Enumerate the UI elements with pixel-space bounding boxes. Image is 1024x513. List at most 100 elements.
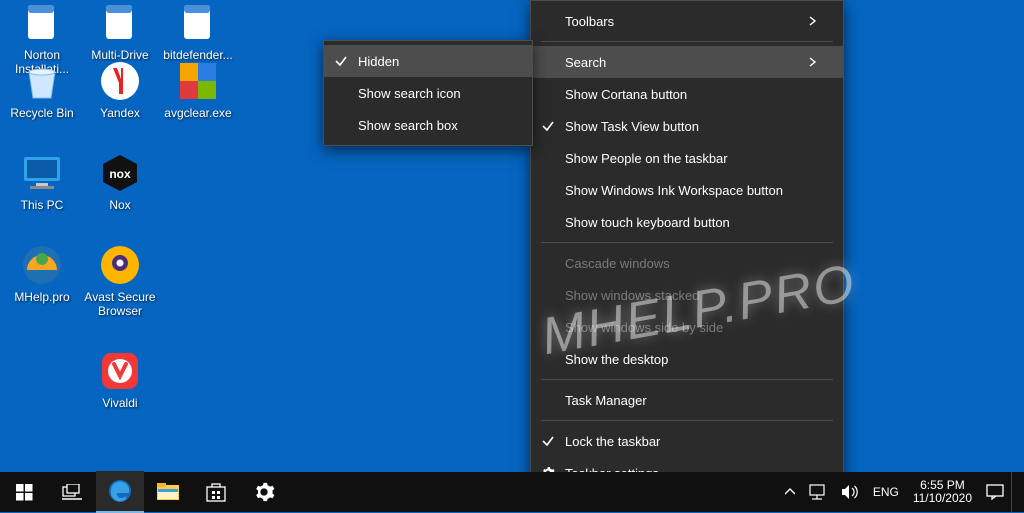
menu-item-label: Show People on the taskbar (565, 151, 829, 166)
search-submenu: Hidden Show search icon Show search box (323, 40, 533, 146)
notification-icon (986, 484, 1004, 500)
tray-date: 11/10/2020 (913, 492, 972, 505)
multidrive-icon (97, 0, 143, 46)
desktop-icon-label: Avast Secure Browser (82, 290, 158, 318)
tray-volume-button[interactable] (834, 472, 866, 512)
desktop-icon-label: Vivaldi (82, 396, 158, 410)
menu-separator (541, 242, 833, 243)
microsoft-store-icon (205, 481, 227, 503)
menu-item-label: Show windows side by side (565, 320, 829, 335)
menu-item[interactable]: Hidden (324, 45, 532, 77)
menu-item-label: Show the desktop (565, 352, 829, 367)
menu-item[interactable]: Show People on the taskbar (531, 142, 843, 174)
menu-item: Show windows side by side (531, 311, 843, 343)
menu-item-label: Search (565, 55, 809, 70)
desktop-icon-nox[interactable]: nox Nox (82, 150, 158, 212)
check-icon (324, 54, 358, 68)
chevron-right-icon (809, 16, 829, 26)
desktop-icon-label: Nox (82, 198, 158, 212)
menu-item-label: Show windows stacked (565, 288, 829, 303)
action-center-button[interactable] (979, 472, 1011, 512)
norton-icon (19, 0, 65, 46)
file-explorer-icon (157, 483, 179, 501)
speaker-icon (841, 484, 859, 500)
menu-item[interactable]: Search (531, 46, 843, 78)
desktop-icon-label: This PC (4, 198, 80, 212)
yandex-icon (97, 58, 143, 104)
menu-item: Show windows stacked (531, 279, 843, 311)
menu-item-label: Show touch keyboard button (565, 215, 829, 230)
menu-item[interactable]: Show search box (324, 109, 532, 141)
tray-network-button[interactable] (802, 472, 834, 512)
menu-item[interactable]: Show Windows Ink Workspace button (531, 174, 843, 206)
gear-icon (253, 481, 275, 503)
desktop-icon-mhelp[interactable]: MHelp.pro (4, 242, 80, 304)
desktop-icon-yandex[interactable]: Yandex (82, 58, 158, 120)
mhelp-icon (19, 242, 65, 288)
menu-separator (541, 41, 833, 42)
taskbar-app-edge[interactable] (96, 471, 144, 513)
menu-item[interactable]: Task Manager (531, 384, 843, 416)
desktop-icon-avg[interactable]: avgclear.exe (160, 58, 236, 120)
desktop-icon-multidrive[interactable]: Multi-Drive (82, 0, 158, 62)
avg-icon (175, 58, 221, 104)
taskbar[interactable]: ENG 6:55 PM 11/10/2020 (0, 472, 1024, 512)
taskbar-context-menu: Toolbars Search Show Cortana button Show Ta… (530, 0, 844, 494)
chevron-up-icon (785, 488, 795, 496)
taskbar-app-explorer[interactable] (144, 472, 192, 512)
menu-item[interactable]: Toolbars (531, 5, 843, 37)
desktop-icon-label: Recycle Bin (4, 106, 80, 120)
taskbar-app-settings[interactable] (240, 472, 288, 512)
check-icon (531, 434, 565, 448)
edge-icon (107, 478, 133, 504)
menu-item[interactable]: Show the desktop (531, 343, 843, 375)
desktop-icon-label: Yandex (82, 106, 158, 120)
menu-item[interactable]: Show Cortana button (531, 78, 843, 110)
tray-language-label: ENG (873, 485, 899, 499)
check-icon (531, 119, 565, 133)
show-desktop-button[interactable] (1011, 472, 1018, 512)
desktop-icon-label: avgclear.exe (160, 106, 236, 120)
start-button[interactable] (0, 472, 48, 512)
menu-item-label: Toolbars (565, 14, 809, 29)
network-icon (809, 484, 827, 500)
desktop-icon-avast[interactable]: Avast Secure Browser (82, 242, 158, 318)
desktop-icon-bitdefender[interactable]: bitdefender... (160, 0, 236, 62)
menu-item[interactable]: Lock the taskbar (531, 425, 843, 457)
nox-icon: nox (97, 150, 143, 196)
taskbar-app-store[interactable] (192, 472, 240, 512)
menu-item[interactable]: Show touch keyboard button (531, 206, 843, 238)
task-view-button[interactable] (48, 472, 96, 512)
bitdefender-icon (175, 0, 221, 46)
menu-separator (541, 379, 833, 380)
task-view-icon (62, 484, 82, 500)
menu-item-label: Lock the taskbar (565, 434, 829, 449)
vivaldi-icon (97, 348, 143, 394)
desktop-icon-thispc[interactable]: This PC (4, 150, 80, 212)
tray-overflow-button[interactable] (778, 472, 802, 512)
menu-item[interactable]: Show Task View button (531, 110, 843, 142)
avast-icon (97, 242, 143, 288)
tray-language-button[interactable]: ENG (866, 472, 906, 512)
svg-text:nox: nox (109, 167, 131, 181)
thispc-icon (19, 150, 65, 196)
menu-item-label: Show search box (358, 118, 518, 133)
chevron-right-icon (809, 57, 829, 67)
menu-item-label: Cascade windows (565, 256, 829, 271)
desktop[interactable]: Norton Installati...Multi-Drivebitdefend… (0, 0, 1024, 512)
menu-item-label: Show Cortana button (565, 87, 829, 102)
menu-item[interactable]: Show search icon (324, 77, 532, 109)
windows-logo-icon (16, 484, 33, 501)
desktop-icon-vivaldi[interactable]: Vivaldi (82, 348, 158, 410)
menu-item-label: Task Manager (565, 393, 829, 408)
desktop-icon-label: MHelp.pro (4, 290, 80, 304)
system-tray: ENG 6:55 PM 11/10/2020 (778, 472, 1024, 512)
menu-item-label: Show Task View button (565, 119, 829, 134)
menu-item: Cascade windows (531, 247, 843, 279)
desktop-icon-recycle[interactable]: Recycle Bin (4, 58, 80, 120)
menu-item-label: Show search icon (358, 86, 518, 101)
recycle-icon (19, 58, 65, 104)
menu-separator (541, 420, 833, 421)
menu-item-label: Show Windows Ink Workspace button (565, 183, 829, 198)
tray-clock[interactable]: 6:55 PM 11/10/2020 (906, 472, 979, 512)
